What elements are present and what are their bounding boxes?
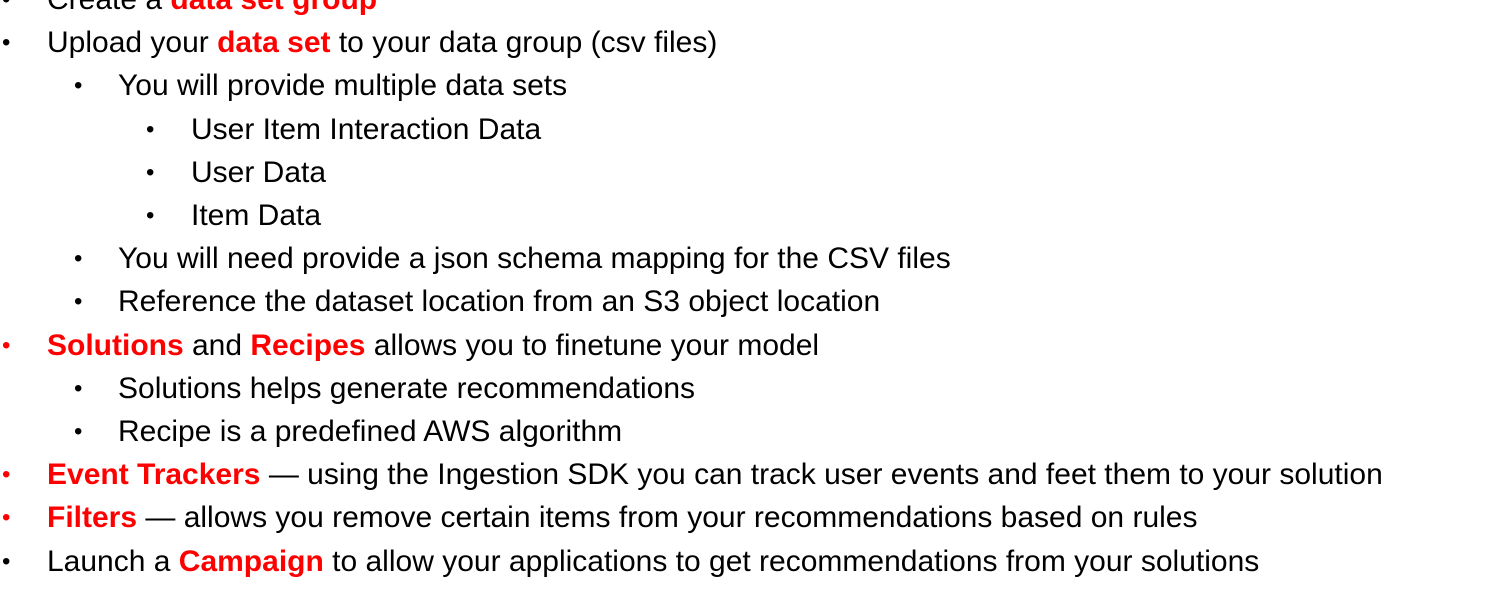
bullet-text: Filters — allows you remove certain item… bbox=[47, 496, 1197, 539]
text-segment: — using the Ingestion SDK you can track … bbox=[260, 458, 1383, 492]
bullet-dot-icon: • bbox=[74, 72, 83, 100]
text-segment: to your data group (csv files) bbox=[330, 26, 718, 60]
highlight-term: Campaign bbox=[178, 544, 324, 578]
bullet-text: You will need provide a json schema mapp… bbox=[118, 237, 951, 280]
text-segment: and bbox=[183, 328, 251, 362]
text-segment: User Data bbox=[191, 155, 327, 189]
bullet-text: User Data bbox=[191, 151, 326, 194]
highlight-term: data set bbox=[217, 26, 331, 60]
text-segment: Upload your bbox=[47, 26, 218, 60]
bullet-text: User Item Interaction Data bbox=[191, 108, 541, 151]
highlight-term: Event Trackers bbox=[47, 458, 261, 492]
text-segment: User Item Interaction Data bbox=[191, 112, 542, 146]
bullet-dot-icon: • bbox=[146, 158, 155, 186]
bullet-dot-icon: • bbox=[146, 115, 155, 143]
highlight-term: Solutions bbox=[47, 328, 184, 362]
text-segment: Solutions helps generate recommendations bbox=[118, 371, 696, 405]
text-segment: — allows you remove certain items from y… bbox=[137, 501, 1198, 535]
bullet-text: Launch a Campaign to allow your applicat… bbox=[47, 540, 1259, 583]
highlight-term: Recipes bbox=[250, 328, 366, 362]
bullet-dot-icon: • bbox=[2, 461, 11, 489]
text-segment: allows you to finetune your model bbox=[365, 328, 820, 362]
bullet-text: Create a data set group bbox=[47, 0, 377, 21]
bullet-dot-icon: • bbox=[146, 202, 155, 229]
bullet-dot-icon: • bbox=[74, 418, 83, 445]
text-segment: Create a bbox=[47, 0, 170, 16]
text-segment: You will provide multiple data sets bbox=[118, 69, 568, 103]
bullet-dot-icon: • bbox=[2, 504, 11, 532]
text-segment: Item Data bbox=[191, 199, 322, 232]
bullet-text: Item Data bbox=[191, 194, 321, 237]
bullet-dot-icon: • bbox=[74, 245, 83, 273]
bullet-text: Recipe is a predefined AWS algorithm bbox=[118, 410, 622, 453]
highlight-term: data set group bbox=[170, 0, 377, 16]
text-segment: You will need provide a json schema mapp… bbox=[118, 242, 951, 276]
text-segment: Recipe is a predefined AWS algorithm bbox=[118, 415, 623, 448]
bullet-text: You will provide multiple data sets bbox=[118, 64, 567, 107]
bullet-dot-icon: • bbox=[2, 331, 11, 359]
bullet-text: Solutions helps generate recommendations bbox=[118, 367, 695, 410]
bullet-dot-icon: • bbox=[2, 0, 10, 21]
bullet-dot-icon: • bbox=[2, 29, 11, 57]
slide: • Create a data set group • Upload your dat… bbox=[0, 0, 1501, 599]
text-segment: Launch a bbox=[47, 544, 179, 578]
bullet-text: Reference the dataset location from an S… bbox=[118, 280, 880, 323]
bullet-dot-icon: • bbox=[74, 288, 83, 316]
bullet-text: Upload your data set to your data group … bbox=[47, 21, 717, 64]
bullet-text: Solutions and Recipes allows you to fine… bbox=[47, 324, 819, 367]
text-segment: to allow your applications to get recomm… bbox=[323, 544, 1260, 578]
bullet-text: Event Trackers — using the Ingestion SDK… bbox=[47, 453, 1383, 496]
text-segment: Reference the dataset location from an S… bbox=[118, 285, 881, 319]
bullet-dot-icon: • bbox=[2, 547, 11, 575]
bullet-dot-icon: • bbox=[74, 374, 83, 402]
highlight-term: Filters bbox=[47, 501, 138, 535]
